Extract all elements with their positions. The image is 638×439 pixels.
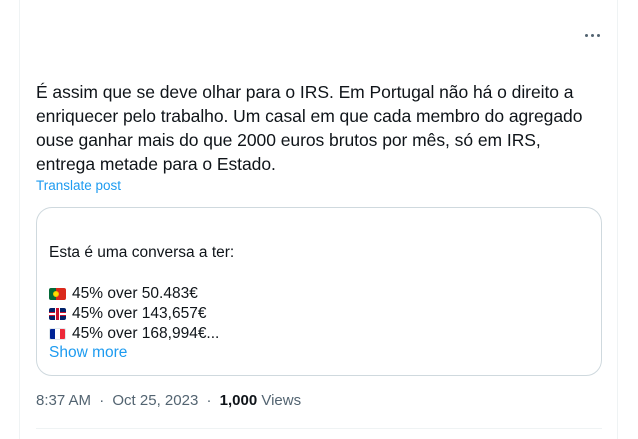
portugal-flag-icon <box>49 288 66 300</box>
post-metadata: 8:37 AM · Oct 25, 2023 · 1,000 Views <box>36 392 301 409</box>
post-text: É assim que se deve olhar para o IRS. Em… <box>36 82 583 174</box>
divider <box>36 428 602 429</box>
uk-flag-icon <box>49 308 66 320</box>
quoted-post-line: 45% over 168,994€... <box>49 324 219 344</box>
quoted-post-line-text: 45% over 168,994€... <box>72 325 220 342</box>
quoted-post-card[interactable]: Esta é uma conversa a ter: 45% over 50.4… <box>36 207 602 376</box>
separator: · <box>206 392 212 409</box>
post-date[interactable]: Oct 25, 2023 <box>112 392 198 409</box>
more-options-button[interactable] <box>574 24 610 46</box>
more-horizontal-icon <box>583 33 601 37</box>
post-time[interactable]: 8:37 AM <box>36 392 91 409</box>
quoted-post-line: 45% over 143,657€ <box>49 304 206 324</box>
quoted-post-line-text: 45% over 143,657€ <box>72 305 207 322</box>
translate-post-link[interactable]: Translate post <box>36 178 121 193</box>
quoted-post-line-text: 45% over 50.483€ <box>72 285 198 302</box>
quoted-post-line: 45% over 50.483€ <box>49 284 198 304</box>
views-label: Views <box>261 392 302 409</box>
quoted-post-intro: Esta é uma conversa a ter: <box>49 244 235 261</box>
show-more-link[interactable]: Show more <box>49 344 127 362</box>
views-count: 1,000 <box>219 392 258 409</box>
separator: · <box>99 392 105 409</box>
france-flag-icon <box>49 328 66 340</box>
